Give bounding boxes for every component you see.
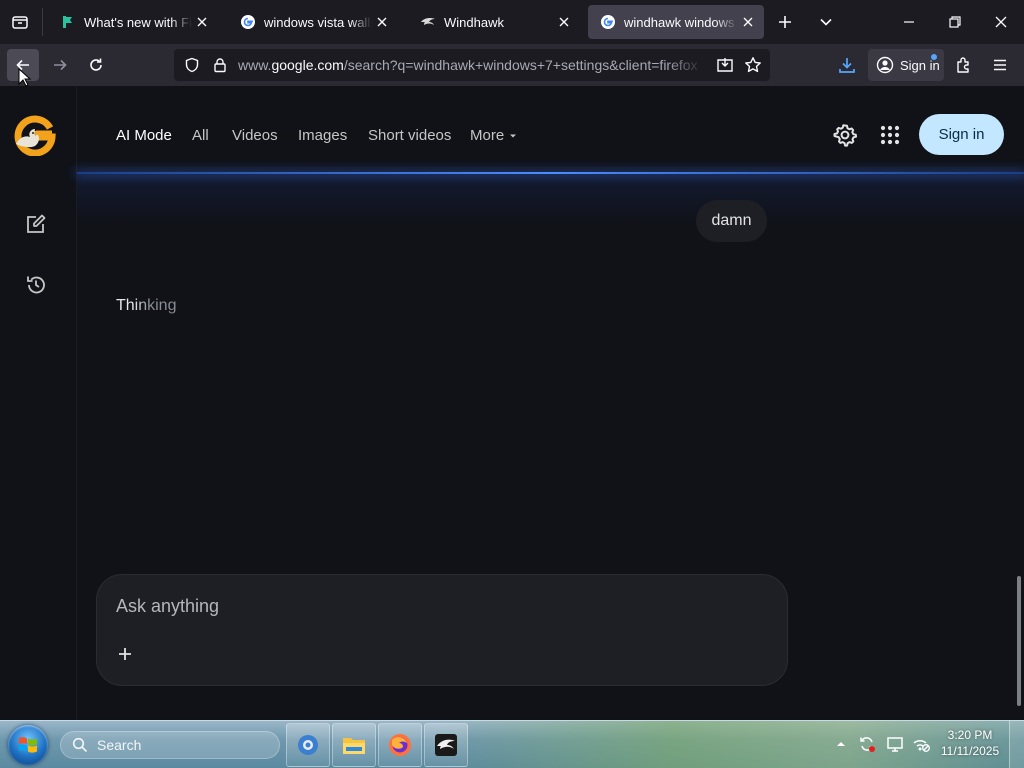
close-icon[interactable] xyxy=(372,12,392,32)
taskbar-firefox[interactable] xyxy=(378,723,422,767)
tab-vista-wallpaper[interactable]: windows vista wallpaper xyxy=(228,5,398,39)
tab-images[interactable]: Images xyxy=(298,127,347,144)
divider xyxy=(42,8,43,36)
tab-windhawk-settings[interactable]: windhawk windows 7 settings xyxy=(588,5,764,39)
restore-button[interactable] xyxy=(932,0,978,44)
url-text[interactable]: www.google.com/search?q=windhawk+windows… xyxy=(238,57,704,73)
taskbar-clock[interactable]: 3:20 PM 11/11/2025 xyxy=(936,727,1004,759)
settings-gear-icon[interactable] xyxy=(833,123,857,147)
tab-windhawk[interactable]: Windhawk xyxy=(408,5,580,39)
url-domain: google.com xyxy=(271,57,344,73)
close-icon[interactable] xyxy=(192,12,212,32)
taskbar-windhawk[interactable] xyxy=(424,723,468,767)
lock-icon[interactable] xyxy=(212,57,228,73)
clock-time: 3:20 PM xyxy=(947,728,993,742)
tab-ai-mode[interactable]: AI Mode xyxy=(116,127,172,144)
google-ai-mode-page: AI Mode All Videos Images Short videos M… xyxy=(0,86,1024,720)
taskbar-control-panel[interactable] xyxy=(286,723,330,767)
extensions-icon[interactable] xyxy=(948,49,980,81)
windhawk-icon xyxy=(435,734,457,756)
tab-short-videos[interactable]: Short videos xyxy=(368,127,451,144)
tab-videos[interactable]: Videos xyxy=(232,127,278,144)
control-panel-icon xyxy=(298,735,318,755)
network-icon[interactable] xyxy=(910,733,932,755)
start-button[interactable] xyxy=(8,725,48,765)
google-apps-grid-icon[interactable] xyxy=(880,125,900,145)
google-g-icon xyxy=(240,14,256,30)
save-to-pocket-icon[interactable] xyxy=(716,57,734,73)
windows-taskbar: Search 3:20 PM 11/11/2025 xyxy=(0,720,1024,768)
taskbar-file-explorer[interactable] xyxy=(332,723,376,767)
google-logo[interactable] xyxy=(12,114,56,156)
bookmark-star-icon[interactable] xyxy=(744,56,762,74)
sync-status-icon[interactable] xyxy=(856,733,878,755)
thinking-status: Thinking xyxy=(116,297,177,314)
tab-title: What's new with Firefox xyxy=(84,14,192,30)
notification-dot xyxy=(931,54,937,60)
history-icon[interactable] xyxy=(22,271,50,299)
tab-list-icon[interactable] xyxy=(10,12,30,32)
action-center-icon[interactable] xyxy=(884,733,906,755)
reload-button[interactable] xyxy=(80,49,112,81)
file-explorer-icon xyxy=(343,738,365,754)
firefox-whatsnew-icon xyxy=(60,14,76,30)
tab-title: Windhawk xyxy=(444,14,504,30)
tab-more[interactable]: More xyxy=(470,127,517,144)
taskbar-search-label: Search xyxy=(97,737,142,753)
windows-logo-icon xyxy=(19,737,37,753)
sidebar xyxy=(0,86,77,720)
tab-title: windows vista wallpaper xyxy=(264,14,372,30)
tab-whats-new[interactable]: What's new with Firefox xyxy=(48,5,218,39)
tab-strip: What's new with Firefox windows vista wa… xyxy=(0,0,1024,44)
add-attachment-icon[interactable] xyxy=(116,645,134,663)
mouse-cursor-icon xyxy=(18,68,32,88)
windhawk-icon xyxy=(420,14,436,30)
close-icon[interactable] xyxy=(554,12,574,32)
tab-all[interactable]: All xyxy=(192,127,209,144)
url-path: /search?q=windhawk+windows+7+settings&cl… xyxy=(343,57,698,73)
show-desktop-button[interactable] xyxy=(1009,721,1024,768)
url-bar[interactable]: www.google.com/search?q=windhawk+windows… xyxy=(174,49,770,81)
new-chat-icon[interactable] xyxy=(22,210,50,238)
account-icon xyxy=(876,56,894,74)
scrollbar[interactable] xyxy=(1017,576,1021,706)
minimize-button[interactable] xyxy=(886,0,932,44)
close-icon[interactable] xyxy=(738,12,758,32)
new-tab-icon[interactable] xyxy=(774,11,796,33)
search-icon xyxy=(72,737,88,753)
chevron-down-icon[interactable] xyxy=(815,11,837,33)
tab-title: windhawk windows 7 settings xyxy=(624,14,738,30)
ai-glow-fade xyxy=(77,174,1024,224)
firefox-icon xyxy=(389,734,411,756)
tab-more-label: More xyxy=(470,127,505,144)
close-window-button[interactable] xyxy=(978,0,1024,44)
ask-input-placeholder[interactable]: Ask anything xyxy=(116,596,219,617)
hamburger-menu-icon[interactable] xyxy=(984,49,1016,81)
navigation-toolbar: www.google.com/search?q=windhawk+windows… xyxy=(0,44,1024,86)
ask-input-box[interactable]: Ask anything xyxy=(96,574,788,686)
google-g-icon xyxy=(600,14,616,30)
clock-date: 11/11/2025 xyxy=(940,744,1000,758)
user-message-bubble: damn xyxy=(696,200,767,242)
google-signin-button[interactable]: Sign in xyxy=(919,114,1004,155)
caret-down-icon xyxy=(510,134,517,138)
url-prefix: www. xyxy=(238,57,272,73)
taskbar-search-box[interactable]: Search xyxy=(60,731,280,759)
downloads-icon[interactable] xyxy=(831,49,863,81)
tracking-shield-icon[interactable] xyxy=(184,57,200,73)
tray-overflow-chevron-icon[interactable] xyxy=(830,733,852,755)
account-signin-button[interactable]: Sign in xyxy=(868,49,944,81)
forward-button[interactable] xyxy=(44,49,76,81)
